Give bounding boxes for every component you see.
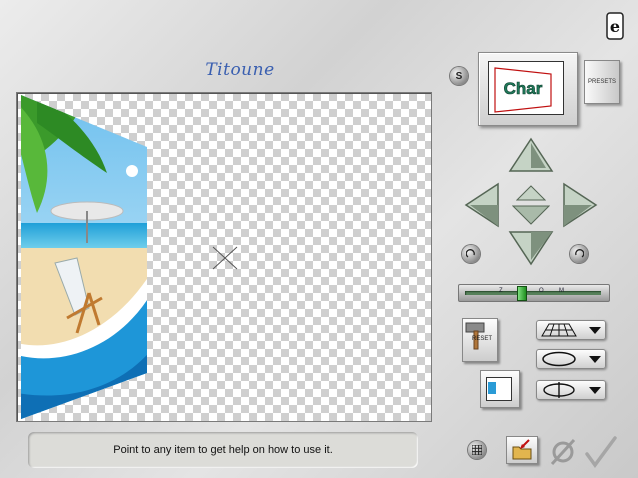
text-preview[interactable]: Char bbox=[478, 52, 578, 126]
grid-icon[interactable] bbox=[468, 441, 486, 459]
preview-canvas[interactable] bbox=[16, 92, 432, 422]
arrow-left-icon[interactable] bbox=[464, 182, 500, 228]
reset-button[interactable]: RESET bbox=[462, 318, 498, 362]
presets-button[interactable]: PRESETS bbox=[584, 60, 620, 104]
help-bar: Point to any item to get help on how to … bbox=[28, 432, 418, 468]
logo-icon[interactable]: e bbox=[606, 12, 624, 40]
arrow-up-icon[interactable] bbox=[508, 137, 554, 173]
chevron-down-icon bbox=[589, 386, 601, 394]
arrow-down-icon[interactable] bbox=[508, 230, 554, 266]
chevron-down-icon bbox=[589, 326, 601, 334]
svg-text:e: e bbox=[610, 17, 620, 36]
text-preview-thumbnail: Char bbox=[488, 61, 564, 115]
s-button-label: S bbox=[455, 70, 463, 82]
rotate-left-icon[interactable] bbox=[462, 245, 480, 263]
zoom-slider[interactable]: Z O M bbox=[458, 284, 610, 302]
perspective-grid-icon bbox=[541, 323, 577, 337]
flip-ellipse-icon bbox=[543, 382, 575, 398]
svg-text:Char: Char bbox=[504, 79, 543, 98]
zoom-label-z: Z bbox=[499, 288, 503, 294]
zoom-slider-thumb[interactable] bbox=[517, 286, 528, 301]
open-folder-button[interactable] bbox=[506, 436, 538, 464]
beach-image bbox=[21, 95, 238, 419]
arrow-right-icon[interactable] bbox=[562, 182, 598, 228]
zoom-label-m: M bbox=[559, 288, 564, 294]
center-down-button[interactable] bbox=[511, 205, 551, 225]
perspective-dropdown[interactable] bbox=[536, 320, 606, 340]
image-toggle-button[interactable] bbox=[480, 370, 520, 408]
zoom-label-o: O bbox=[539, 288, 544, 294]
reset-label: RESET bbox=[472, 336, 493, 342]
rotate-dropdown[interactable] bbox=[536, 349, 606, 369]
chevron-down-icon bbox=[589, 355, 601, 363]
checkmark-icon[interactable] bbox=[584, 436, 618, 468]
flip-dropdown[interactable] bbox=[536, 380, 606, 400]
folder-icon bbox=[512, 439, 532, 460]
rotate-ellipse-icon bbox=[542, 351, 576, 367]
cancel-icon[interactable] bbox=[548, 438, 578, 466]
zoom-slider-track bbox=[465, 291, 601, 295]
app-title: Titoune bbox=[205, 60, 275, 80]
center-up-button[interactable] bbox=[515, 185, 547, 201]
presets-label: PRESETS bbox=[587, 79, 616, 85]
rotate-right-icon[interactable] bbox=[570, 245, 588, 263]
s-button[interactable]: S bbox=[450, 67, 468, 85]
